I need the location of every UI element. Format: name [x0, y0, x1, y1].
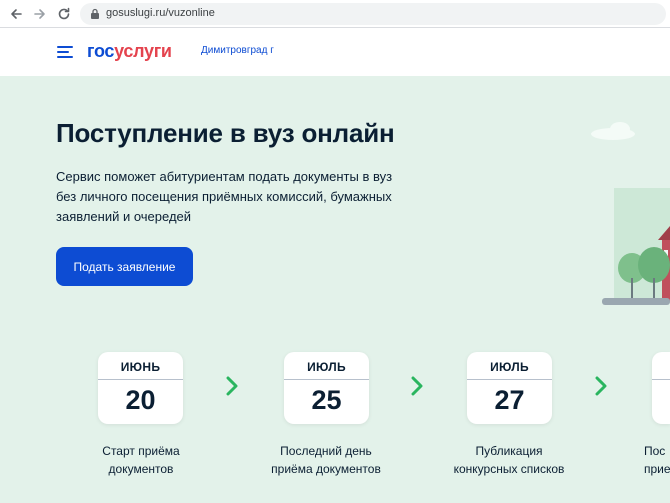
divider	[284, 379, 369, 380]
card-month: ИЮЛЬ	[307, 360, 346, 374]
card-day: 20	[125, 385, 156, 415]
university-illustration	[591, 122, 670, 305]
chevron-right-icon	[411, 376, 423, 396]
forward-icon[interactable]	[32, 6, 48, 22]
date-card	[652, 352, 670, 424]
page-title: Поступление в вуз онлайн	[56, 118, 395, 148]
caption-line: документов	[108, 462, 174, 476]
caption-line: Публикация	[475, 444, 543, 458]
divider	[98, 379, 183, 380]
site-header: госуслуги Димитровград г	[0, 28, 670, 76]
caption-line: Пос	[644, 444, 666, 458]
caption-line: прие	[644, 462, 670, 476]
card-day: 27	[494, 385, 525, 415]
chevron-right-icon	[595, 376, 607, 396]
lock-icon	[91, 8, 99, 19]
description-line: без личного посещения приёмных комиссий,…	[56, 189, 392, 204]
card-month: ИЮНЬ	[120, 360, 161, 374]
apply-button[interactable]: Подать заявление	[56, 247, 193, 286]
address-bar[interactable]: gosuslugi.ru/vuzonline	[80, 3, 666, 25]
divider	[652, 379, 670, 380]
gosuslugi-logo[interactable]: госуслуги	[87, 41, 172, 62]
caption-line: конкурсных списков	[453, 462, 565, 476]
chevron-right-icon	[226, 376, 238, 396]
step-caption: Последний день приёма документов	[246, 442, 406, 478]
card-day: 25	[311, 385, 342, 415]
description-line: заявлений и очередей	[56, 209, 192, 224]
date-card: ИЮЛЬ 25	[284, 352, 369, 424]
region-link[interactable]: Димитровград г	[201, 45, 274, 56]
caption-line: Последний день	[280, 444, 372, 458]
step-caption: Старт приёма документов	[61, 442, 221, 478]
divider	[467, 379, 552, 380]
step-caption: Пос прие	[644, 442, 670, 478]
caption-line: Старт приёма	[102, 444, 180, 458]
description-line: Сервис поможет абитуриентам подать докум…	[56, 169, 393, 184]
menu-icon[interactable]	[57, 46, 73, 58]
date-card: ИЮНЬ 20	[98, 352, 183, 424]
logo-part-gos: гос	[87, 41, 115, 61]
url-text: gosuslugi.ru/vuzonline	[106, 7, 215, 19]
back-icon[interactable]	[8, 6, 24, 22]
card-month: ИЮЛЬ	[490, 360, 529, 374]
step-caption: Публикация конкурсных списков	[429, 442, 589, 478]
hero-description: Сервис поможет абитуриентам подать докум…	[56, 167, 436, 227]
logo-part-uslugi: услуги	[114, 41, 172, 61]
caption-line: приёма документов	[271, 462, 381, 476]
reload-icon[interactable]	[56, 6, 72, 22]
date-card: ИЮЛЬ 27	[467, 352, 552, 424]
browser-toolbar: gosuslugi.ru/vuzonline	[0, 0, 670, 28]
